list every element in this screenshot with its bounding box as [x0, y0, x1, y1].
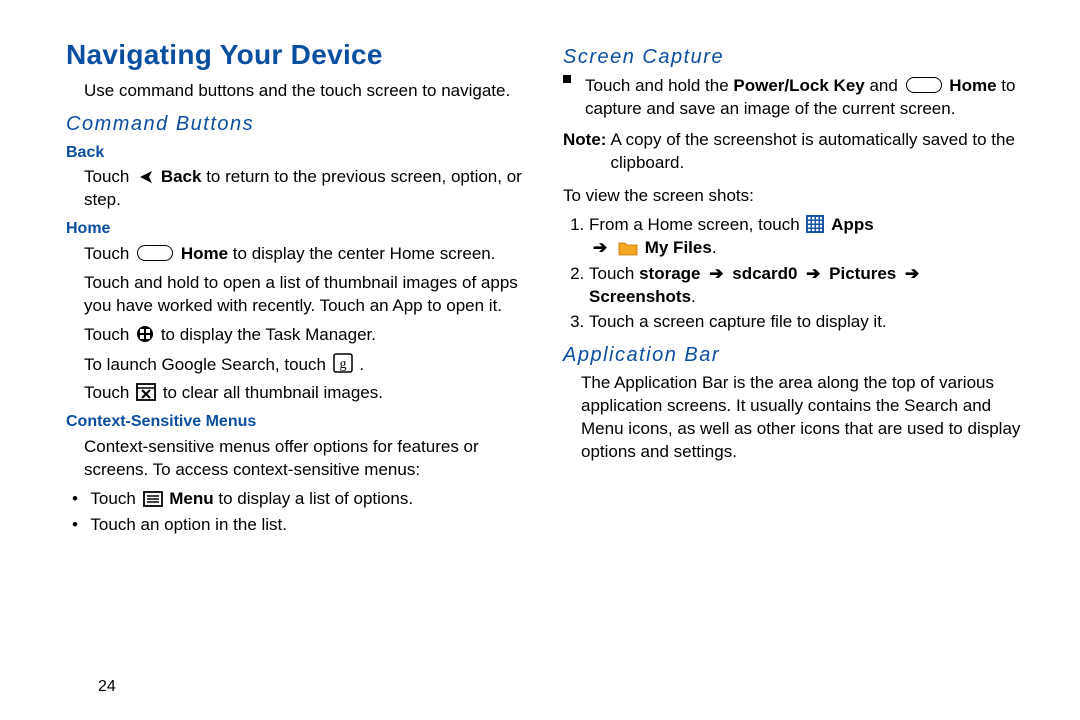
note-row: Note: A copy of the screenshot is automa… — [563, 129, 1028, 175]
step2-a: Touch — [589, 264, 639, 283]
home-p2: Touch and hold to open a list of thumbna… — [84, 272, 531, 318]
ctx-bullet-2: • Touch an option in the list. — [70, 514, 531, 537]
home-key-icon — [137, 245, 173, 261]
back-text-a: Touch — [84, 167, 134, 186]
power-lock-key: Power/Lock Key — [733, 76, 864, 95]
home-p3-a: Touch — [84, 325, 134, 344]
ctx-paragraph: Context-sensitive menus offer options fo… — [84, 436, 531, 482]
google-search-icon: g — [333, 353, 353, 373]
sub-context-menus: Context-Sensitive Menus — [66, 411, 531, 433]
home-key-icon — [906, 77, 942, 93]
home-p5: Touch to clear all thumbnail images. — [84, 382, 531, 405]
step2-storage: storage — [639, 264, 700, 283]
arrow-icon: ➔ — [593, 238, 607, 257]
apps-grid-icon — [806, 215, 824, 233]
note-label: Note: — [563, 129, 610, 175]
home-p4-a: To launch Google Search, touch — [84, 355, 331, 374]
sc-text-mid: and — [869, 76, 902, 95]
square-bullet-icon — [563, 75, 571, 83]
back-paragraph: Touch Back to return to the previous scr… — [84, 166, 531, 212]
home-p4: To launch Google Search, touch g . — [84, 353, 531, 377]
steps-list: From a Home screen, touch Apps ➔ — [563, 214, 1028, 335]
back-label: Back — [161, 167, 202, 186]
section-screen-capture: Screen Capture — [563, 44, 1028, 71]
sub-back: Back — [66, 142, 531, 164]
ctx-bullet-1: • Touch Menu to display a list of option… — [70, 488, 531, 511]
menu-icon — [143, 491, 163, 507]
intro-text: Use command buttons and the touch screen… — [84, 80, 531, 103]
step2-end: . — [691, 287, 696, 306]
menu-label: Menu — [169, 489, 213, 508]
arrow-icon: ➔ — [905, 264, 919, 283]
home-p1: Touch Home to display the center Home sc… — [84, 243, 531, 266]
ctx-b1-a: Touch — [90, 489, 140, 508]
arrow-icon: ➔ — [806, 264, 820, 283]
ctx-b2-text: Touch an option in the list. — [90, 515, 287, 534]
myfiles-label: My Files — [645, 238, 712, 257]
section-application-bar: Application Bar — [563, 342, 1028, 369]
arrow-icon: ➔ — [709, 264, 723, 283]
page-title: Navigating Your Device — [66, 36, 531, 74]
folder-icon — [618, 240, 638, 256]
sc-view-intro: To view the screen shots: — [563, 185, 1028, 208]
task-manager-icon — [136, 325, 154, 343]
note-body: A copy of the screenshot is automaticall… — [610, 129, 1028, 175]
appbar-paragraph: The Application Bar is the area along th… — [581, 372, 1028, 464]
step2-screenshots: Screenshots — [589, 287, 691, 306]
home-label: Home — [181, 244, 228, 263]
home-p5-a: Touch — [84, 383, 134, 402]
back-arrow-icon — [136, 169, 154, 185]
sc-bullet: Touch and hold the Power/Lock Key and Ho… — [563, 75, 1028, 121]
step1-a: From a Home screen, touch — [589, 215, 804, 234]
home-p3: Touch to display the Task Manager. — [84, 324, 531, 347]
home-p3-b: to display the Task Manager. — [161, 325, 376, 344]
page-number: 24 — [98, 678, 116, 696]
home-p4-b: . — [359, 355, 364, 374]
home-p5-b: to clear all thumbnail images. — [163, 383, 383, 402]
step-3: Touch a screen capture file to display i… — [589, 311, 1028, 334]
section-command-buttons: Command Buttons — [66, 111, 531, 138]
step2-pictures: Pictures — [829, 264, 896, 283]
step-2: Touch storage ➔ sdcard0 ➔ Pictures ➔ Scr… — [589, 263, 1028, 309]
home-p1-a: Touch — [84, 244, 134, 263]
step2-sdcard: sdcard0 — [732, 264, 797, 283]
apps-label: Apps — [831, 215, 874, 234]
step1-end: . — [712, 238, 717, 257]
sc-text-a: Touch and hold the — [585, 76, 733, 95]
bullet-dot-icon: • — [70, 514, 80, 537]
sub-home: Home — [66, 218, 531, 240]
home-p1-b: to display the center Home screen. — [233, 244, 496, 263]
ctx-b1-b: to display a list of options. — [218, 489, 413, 508]
sc-home-label: Home — [949, 76, 996, 95]
clear-thumbnails-icon — [136, 383, 156, 401]
bullet-dot-icon: • — [70, 488, 80, 511]
svg-text:g: g — [339, 357, 346, 372]
step-1: From a Home screen, touch Apps ➔ — [589, 214, 1028, 260]
